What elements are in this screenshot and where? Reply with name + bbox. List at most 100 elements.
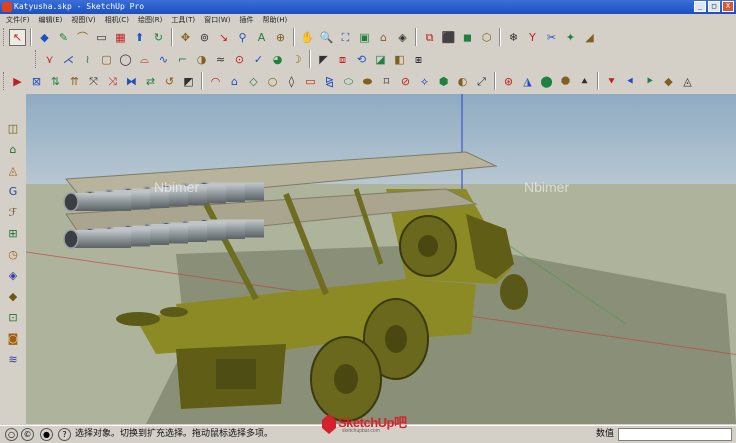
left-tool-2-icon[interactable]: ◬ xyxy=(4,162,22,179)
main-grip[interactable] xyxy=(3,28,6,46)
menu-help[interactable]: 帮助(H) xyxy=(262,14,287,26)
minimize-button[interactable]: _ xyxy=(694,1,706,12)
draw-tool-1-icon[interactable]: ⋌ xyxy=(60,51,77,68)
draw-tool-3-icon[interactable]: ▢ xyxy=(98,51,115,68)
main-tool-6-icon[interactable]: ⬆ xyxy=(131,29,148,46)
left-tool-7-icon[interactable]: ◈ xyxy=(4,267,22,284)
geo-location-icon[interactable]: ○ xyxy=(5,428,18,441)
plugin-tool-32-icon[interactable]: ⯈ xyxy=(641,73,658,90)
plugin-tool-18-icon[interactable]: ⬬ xyxy=(359,73,376,90)
menu-draw[interactable]: 绘图(R) xyxy=(138,14,162,26)
plugin-tool-7-icon[interactable]: ⇄ xyxy=(142,73,159,90)
3d-viewport[interactable]: Nbimer Nbimer xyxy=(26,94,736,424)
left-tool-3-icon[interactable]: G xyxy=(4,183,22,200)
draw-tool-0-icon[interactable]: ⋎ xyxy=(41,51,58,68)
draw-tool-2-icon[interactable]: ≀ xyxy=(79,51,96,68)
plugin-tool-31-icon[interactable]: ⯇ xyxy=(622,73,639,90)
main-tool-17-icon[interactable]: ▣ xyxy=(356,29,373,46)
main-tool-27-icon[interactable]: ✦ xyxy=(562,29,579,46)
main-tool-21-icon[interactable]: ⬛ xyxy=(440,29,457,46)
main-tool-15-icon[interactable]: 🔍 xyxy=(318,29,335,46)
left-tool-11-icon[interactable]: ≋ xyxy=(4,351,22,368)
main-tool-1-icon[interactable]: ◆ xyxy=(36,29,53,46)
main-tool-23-icon[interactable]: ⬡ xyxy=(478,29,495,46)
main-tool-10-icon[interactable]: ↘ xyxy=(215,29,232,46)
draw-tool-19-icon[interactable]: ⧆ xyxy=(410,51,427,68)
main-tool-2-icon[interactable]: ✎ xyxy=(55,29,72,46)
left-tool-0-icon[interactable]: ◫ xyxy=(4,120,22,137)
draw-tool-4-icon[interactable]: ◯ xyxy=(117,51,134,68)
menu-window[interactable]: 窗口(W) xyxy=(204,14,230,26)
left-tool-9-icon[interactable]: ⊡ xyxy=(4,309,22,326)
left-tool-1-icon[interactable]: ⌂ xyxy=(4,141,22,158)
draw-tool-9-icon[interactable]: ≈ xyxy=(212,51,229,68)
plugin-tool-11-icon[interactable]: ⌂ xyxy=(226,73,243,90)
draw-grip[interactable] xyxy=(35,50,38,68)
draw-tool-16-icon[interactable]: ⟲ xyxy=(353,51,370,68)
main-tool-7-icon[interactable]: ↻ xyxy=(150,29,167,46)
plugin-tool-10-icon[interactable]: ◠ xyxy=(207,73,224,90)
main-tool-22-icon[interactable]: ◼ xyxy=(459,29,476,46)
menu-file[interactable]: 文件(F) xyxy=(6,14,30,26)
plugin-tool-2-icon[interactable]: ⇅ xyxy=(47,73,64,90)
plugin-tool-29-icon[interactable]: ⯅ xyxy=(576,73,593,90)
draw-tool-18-icon[interactable]: ◧ xyxy=(391,51,408,68)
draw-tool-8-icon[interactable]: ◑ xyxy=(193,51,210,68)
main-tool-5-icon[interactable]: ▦ xyxy=(112,29,129,46)
plugin-tool-34-icon[interactable]: ◬ xyxy=(679,73,696,90)
left-tool-4-icon[interactable]: ℱ xyxy=(4,204,22,221)
plugin-tool-20-icon[interactable]: ⊘ xyxy=(397,73,414,90)
plugin-tool-26-icon[interactable]: ◮ xyxy=(519,73,536,90)
plugin-tool-22-icon[interactable]: ⬢ xyxy=(435,73,452,90)
close-button[interactable]: X xyxy=(722,1,734,12)
plugin-tool-13-icon[interactable]: ○ xyxy=(264,73,281,90)
plugin-tool-0-icon[interactable]: ▶ xyxy=(9,73,26,90)
draw-tool-5-icon[interactable]: ⌓ xyxy=(136,51,153,68)
plugin-tool-9-icon[interactable]: ◩ xyxy=(180,73,197,90)
main-tool-28-icon[interactable]: ◢ xyxy=(581,29,598,46)
draw-tool-7-icon[interactable]: ⌐ xyxy=(174,51,191,68)
draw-tool-12-icon[interactable]: ◕ xyxy=(269,51,286,68)
plugin-tool-4-icon[interactable]: ⤧ xyxy=(85,73,102,90)
draw-tool-15-icon[interactable]: ⧈ xyxy=(334,51,351,68)
maximize-button[interactable]: □ xyxy=(708,1,720,12)
left-tool-6-icon[interactable]: ◷ xyxy=(4,246,22,263)
main-tool-14-icon[interactable]: ✋ xyxy=(299,29,316,46)
draw-tool-13-icon[interactable]: ☽ xyxy=(288,51,305,68)
left-tool-8-icon[interactable]: ◆ xyxy=(4,288,22,305)
plugin-tool-19-icon[interactable]: ⌑ xyxy=(378,73,395,90)
main-tool-13-icon[interactable]: ⊕ xyxy=(272,29,289,46)
left-tool-10-icon[interactable]: ◙ xyxy=(4,330,22,347)
main-tool-12-icon[interactable]: A xyxy=(253,29,270,46)
plugin-grip[interactable] xyxy=(3,72,6,90)
plugin-tool-6-icon[interactable]: ⧓ xyxy=(123,73,140,90)
plugin-tool-8-icon[interactable]: ↺ xyxy=(161,73,178,90)
main-tool-25-icon[interactable]: Y xyxy=(524,29,541,46)
main-tool-8-icon[interactable]: ✥ xyxy=(177,29,194,46)
plugin-tool-3-icon[interactable]: ⇈ xyxy=(66,73,83,90)
menu-view[interactable]: 视图(V) xyxy=(71,14,95,26)
menu-camera[interactable]: 相机(C) xyxy=(105,14,129,26)
draw-tool-10-icon[interactable]: ⊙ xyxy=(231,51,248,68)
draw-tool-14-icon[interactable]: ◤ xyxy=(315,51,332,68)
main-tool-20-icon[interactable]: ⧉ xyxy=(421,29,438,46)
plugin-tool-30-icon[interactable]: ⯆ xyxy=(603,73,620,90)
main-tool-9-icon[interactable]: ⊚ xyxy=(196,29,213,46)
main-tool-0-icon[interactable]: ↖ xyxy=(9,28,26,46)
main-tool-18-icon[interactable]: ⌂ xyxy=(375,29,392,46)
plugin-tool-12-icon[interactable]: ◇ xyxy=(245,73,262,90)
plugin-tool-27-icon[interactable]: ⬤ xyxy=(538,73,555,90)
menu-tools[interactable]: 工具(T) xyxy=(171,14,195,26)
draw-tool-17-icon[interactable]: ◪ xyxy=(372,51,389,68)
plugin-tool-28-icon[interactable]: ⯃ xyxy=(557,73,574,90)
help-icon[interactable]: ? xyxy=(58,428,71,441)
plugin-tool-1-icon[interactable]: ⊠ xyxy=(28,73,45,90)
plugin-tool-25-icon[interactable]: ⊛ xyxy=(500,73,517,90)
main-tool-26-icon[interactable]: ✂ xyxy=(543,29,560,46)
plugin-tool-33-icon[interactable]: ◆ xyxy=(660,73,677,90)
main-tool-11-icon[interactable]: ⚲ xyxy=(234,29,251,46)
plugin-tool-5-icon[interactable]: ⤨ xyxy=(104,73,121,90)
main-tool-24-icon[interactable]: ❄ xyxy=(505,29,522,46)
value-control-box[interactable] xyxy=(618,428,732,441)
left-tool-5-icon[interactable]: ⊞ xyxy=(4,225,22,242)
